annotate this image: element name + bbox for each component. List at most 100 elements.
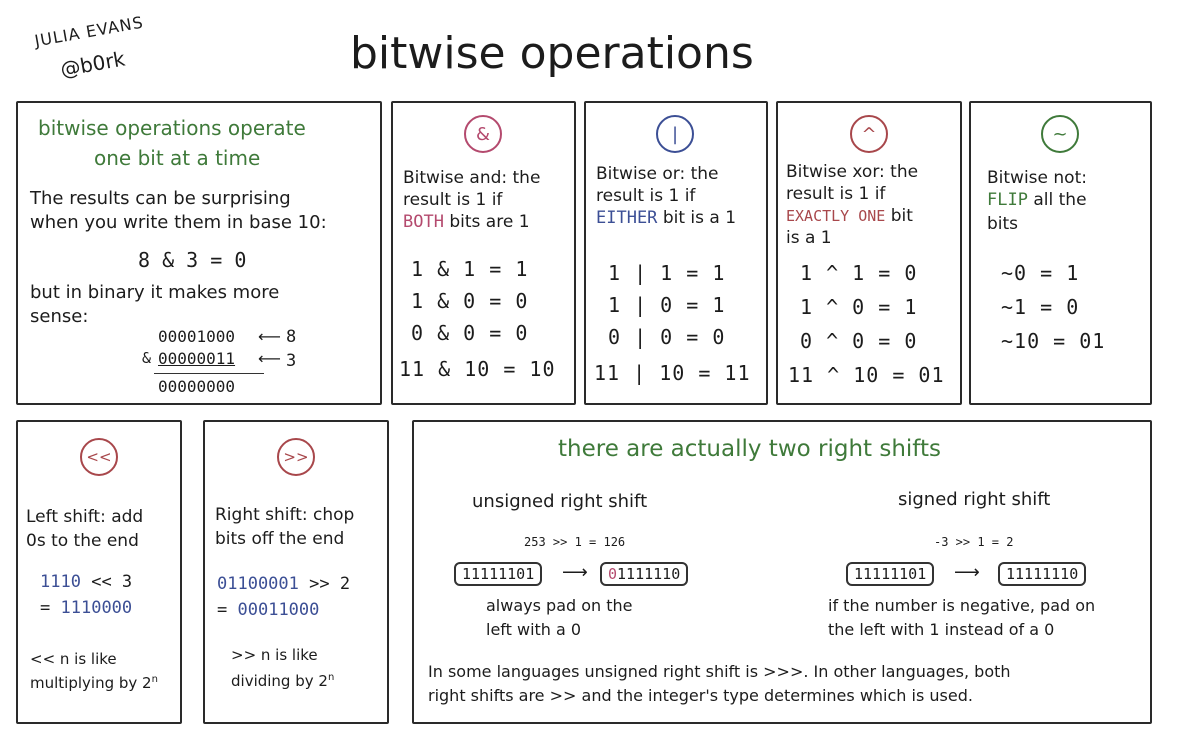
intro-example: 8 & 3 = 0 [138, 248, 247, 272]
and-example-4: 11 & 10 = 10 [399, 357, 556, 381]
two-shifts-panel: there are actually two right shifts unsi… [412, 420, 1152, 724]
left-shift-note-line2: multiplying by 2n [30, 674, 158, 692]
not-example-1: ~0 = 1 [1001, 261, 1080, 285]
right-shift-example-line1: 01100001 >> 2 [217, 574, 350, 594]
arrow-right-icon: ⟶ [562, 562, 588, 583]
binary-row-2-op: & [142, 349, 152, 367]
xor-panel: ^ Bitwise xor: the result is 1 if EXACTL… [776, 101, 962, 405]
and-highlight: BOTH [403, 212, 444, 232]
two-shifts-heading: there are actually two right shifts [558, 436, 942, 462]
signed-after-box: 11111110 [998, 562, 1087, 586]
and-desc-line1: Bitwise and: the [403, 168, 541, 188]
right-shift-example-a: 01100001 [217, 574, 299, 594]
and-example-2: 1 & 0 = 0 [411, 289, 529, 313]
author-name: JULIA EVANS [33, 12, 146, 51]
xor-example-4: 11 ^ 10 = 01 [788, 363, 945, 387]
and-symbol-icon: & [464, 115, 502, 153]
or-desc-line2: result is 1 if [596, 186, 696, 206]
signed-shift-example: -3 >> 1 = 2 [934, 535, 1014, 549]
right-shift-example-op: >> 2 [309, 574, 351, 594]
or-example-2: 1 | 0 = 1 [608, 293, 726, 317]
unsigned-note-line2: left with a 0 [486, 620, 582, 639]
right-shift-note-line2: dividing by 2n [231, 672, 334, 690]
signed-shift-label: signed right shift [898, 489, 1051, 510]
left-shift-example-b: 1110000 [60, 598, 133, 618]
xor-desc-line3-rest: bit [890, 206, 913, 226]
xor-desc-line3: EXACTLY ONE bit [786, 205, 913, 227]
or-example-3: 0 | 0 = 0 [608, 325, 726, 349]
not-panel: ~ Bitwise not: FLIP all the bits ~0 = 1 … [969, 101, 1152, 405]
and-example-3: 0 & 0 = 0 [411, 321, 529, 345]
or-desc-line1: Bitwise or: the [596, 164, 719, 184]
xor-desc-line1: Bitwise xor: the [786, 162, 919, 182]
left-shift-example-line2: = 1110000 [40, 598, 132, 618]
unsigned-after-box: 01111110 [600, 562, 689, 586]
intro-heading-line2: one bit at a time [94, 146, 261, 170]
signed-note-line1: if the number is negative, pad on [828, 596, 1096, 615]
binary-row-1: 00001000 [158, 327, 236, 346]
and-example-1: 1 & 1 = 1 [411, 257, 529, 281]
not-desc-line1: Bitwise not: [987, 168, 1087, 188]
left-shift-note-text: multiplying by 2 [30, 674, 152, 692]
not-desc-line2-rest: all the [1033, 190, 1087, 210]
left-shift-note-line1: << n is like [30, 650, 117, 668]
arrow-left-icon: ⟵ [258, 327, 281, 346]
arrow-right-icon: ⟶ [954, 562, 980, 583]
or-example-4: 11 | 10 = 11 [594, 361, 751, 385]
binary-row-2: 00000011 [158, 349, 236, 368]
right-shift-note-text: dividing by 2 [231, 672, 328, 690]
left-shift-panel: << Left shift: add 0s to the end 1110 <<… [16, 420, 182, 724]
unsigned-note-line1: always pad on the [486, 596, 633, 615]
intro-binary-line1: but in binary it makes more [30, 282, 280, 303]
page-title: bitwise operations [350, 28, 754, 79]
intro-panel: bitwise operations operate one bit at a … [16, 101, 382, 405]
intro-binary-line2: sense: [30, 306, 89, 327]
binary-row-1-note: 8 [286, 327, 297, 347]
and-desc-line3-rest: bits are 1 [449, 212, 530, 232]
left-shift-example-line1: 1110 << 3 [40, 572, 132, 592]
unsigned-shift-label: unsigned right shift [472, 491, 648, 512]
left-shift-example-eq: = [40, 598, 51, 618]
or-desc-line3-rest: bit is a 1 [662, 208, 737, 228]
xor-example-2: 1 ^ 0 = 1 [800, 295, 918, 319]
two-shifts-footer-line1: In some languages unsigned right shift i… [428, 662, 1011, 681]
intro-heading-line1: bitwise operations operate [38, 116, 306, 140]
right-shift-note-exponent: n [327, 672, 335, 683]
sum-line [154, 373, 264, 374]
or-panel: | Bitwise or: the result is 1 if EITHER … [584, 101, 768, 405]
or-symbol-icon: | [656, 115, 694, 153]
unsigned-shift-example: 253 >> 1 = 126 [524, 535, 626, 549]
two-shifts-footer-line2: right shifts are >> and the integer's ty… [428, 686, 973, 705]
left-shift-symbol-icon: << [80, 438, 118, 476]
arrow-left-icon: ⟵ [258, 349, 281, 368]
right-shift-example-line2: = 00011000 [217, 600, 319, 620]
unsigned-pad-bit: 0 [608, 565, 618, 583]
signed-before-box: 11111101 [846, 562, 935, 586]
right-shift-panel: >> Right shift: chop bits off the end 01… [203, 420, 389, 724]
intro-text-line1: The results can be surprising [30, 188, 291, 209]
right-shift-example-b: 00011000 [237, 600, 320, 620]
xor-desc-line4: is a 1 [786, 228, 832, 248]
not-symbol-icon: ~ [1041, 115, 1079, 153]
binary-result: 00000000 [158, 377, 236, 396]
intro-text-line2: when you write them in base 10: [30, 212, 327, 233]
not-example-3: ~10 = 01 [1001, 329, 1106, 353]
signed-note-line2: the left with 1 instead of a 0 [828, 620, 1055, 639]
xor-symbol-icon: ^ [850, 115, 888, 153]
or-example-1: 1 | 1 = 1 [608, 261, 726, 285]
or-desc-line3: EITHER bit is a 1 [596, 207, 736, 229]
unsigned-before-box: 11111101 [454, 562, 543, 586]
binary-row-2-note: 3 [286, 351, 297, 371]
right-shift-desc-line1: Right shift: chop [215, 505, 355, 525]
and-desc-line2: result is 1 if [403, 190, 503, 210]
xor-example-3: 0 ^ 0 = 0 [800, 329, 918, 353]
left-shift-note-exponent: n [151, 674, 158, 685]
right-shift-symbol-icon: >> [277, 438, 315, 476]
left-shift-example-a: 1110 [40, 572, 81, 592]
and-desc-line3: BOTH bits are 1 [403, 211, 530, 233]
xor-highlight: EXACTLY ONE [786, 207, 886, 225]
and-panel: & Bitwise and: the result is 1 if BOTH b… [391, 101, 576, 405]
not-desc-line2: FLIP all the [987, 189, 1087, 211]
xor-desc-line2: result is 1 if [786, 184, 886, 204]
not-example-2: ~1 = 0 [1001, 295, 1080, 319]
